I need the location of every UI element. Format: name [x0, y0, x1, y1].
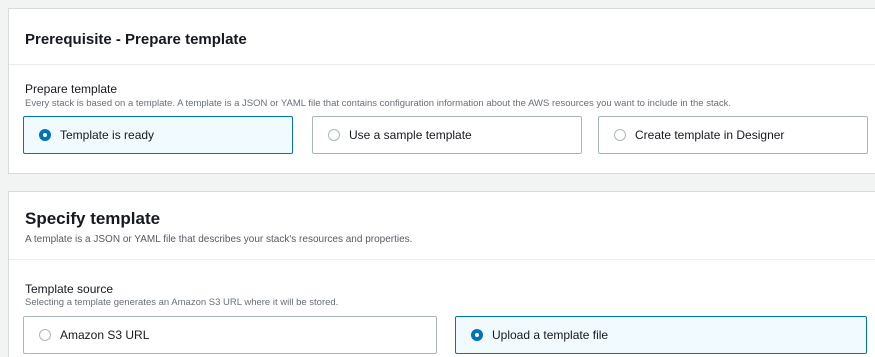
- radio-unselected-icon[interactable]: [614, 129, 626, 141]
- specify-template-title: Specify template: [25, 209, 161, 228]
- specify-template-description: A template is a JSON or YAML file that d…: [25, 234, 413, 245]
- option-amazon-s3-url[interactable]: Amazon S3 URL: [23, 316, 437, 354]
- template-source-description: Selecting a template generates an Amazon…: [25, 297, 339, 308]
- option-create-template-in-designer[interactable]: Create template in Designer: [598, 116, 868, 154]
- option-template-is-ready[interactable]: Template is ready: [23, 116, 293, 154]
- option-use-sample-template[interactable]: Use a sample template: [312, 116, 582, 154]
- prepare-template-label: Prepare template: [25, 82, 118, 96]
- prerequisite-title: Prerequisite - Prepare template: [25, 31, 247, 48]
- option-amazon-s3-url-label: Amazon S3 URL: [60, 328, 150, 342]
- specify-template-panel: Specify template A template is a JSON or…: [8, 191, 875, 357]
- option-upload-template-file-label: Upload a template file: [492, 328, 609, 342]
- prerequisite-panel-header: Prerequisite - Prepare template: [9, 9, 875, 65]
- prepare-template-description: Every stack is based on a template. A te…: [25, 98, 732, 109]
- option-upload-template-file[interactable]: Upload a template file: [455, 316, 867, 354]
- radio-unselected-icon[interactable]: [39, 329, 51, 341]
- prerequisite-panel: Prerequisite - Prepare template Prepare …: [8, 8, 875, 174]
- option-template-is-ready-label: Template is ready: [60, 128, 155, 142]
- radio-selected-icon[interactable]: [471, 329, 483, 341]
- radio-unselected-icon[interactable]: [328, 129, 340, 141]
- radio-selected-icon[interactable]: [39, 129, 51, 141]
- specify-template-panel-header: Specify template A template is a JSON or…: [9, 192, 875, 260]
- option-use-sample-template-label: Use a sample template: [349, 128, 472, 142]
- option-create-template-in-designer-label: Create template in Designer: [635, 128, 785, 142]
- template-source-label: Template source: [25, 282, 114, 296]
